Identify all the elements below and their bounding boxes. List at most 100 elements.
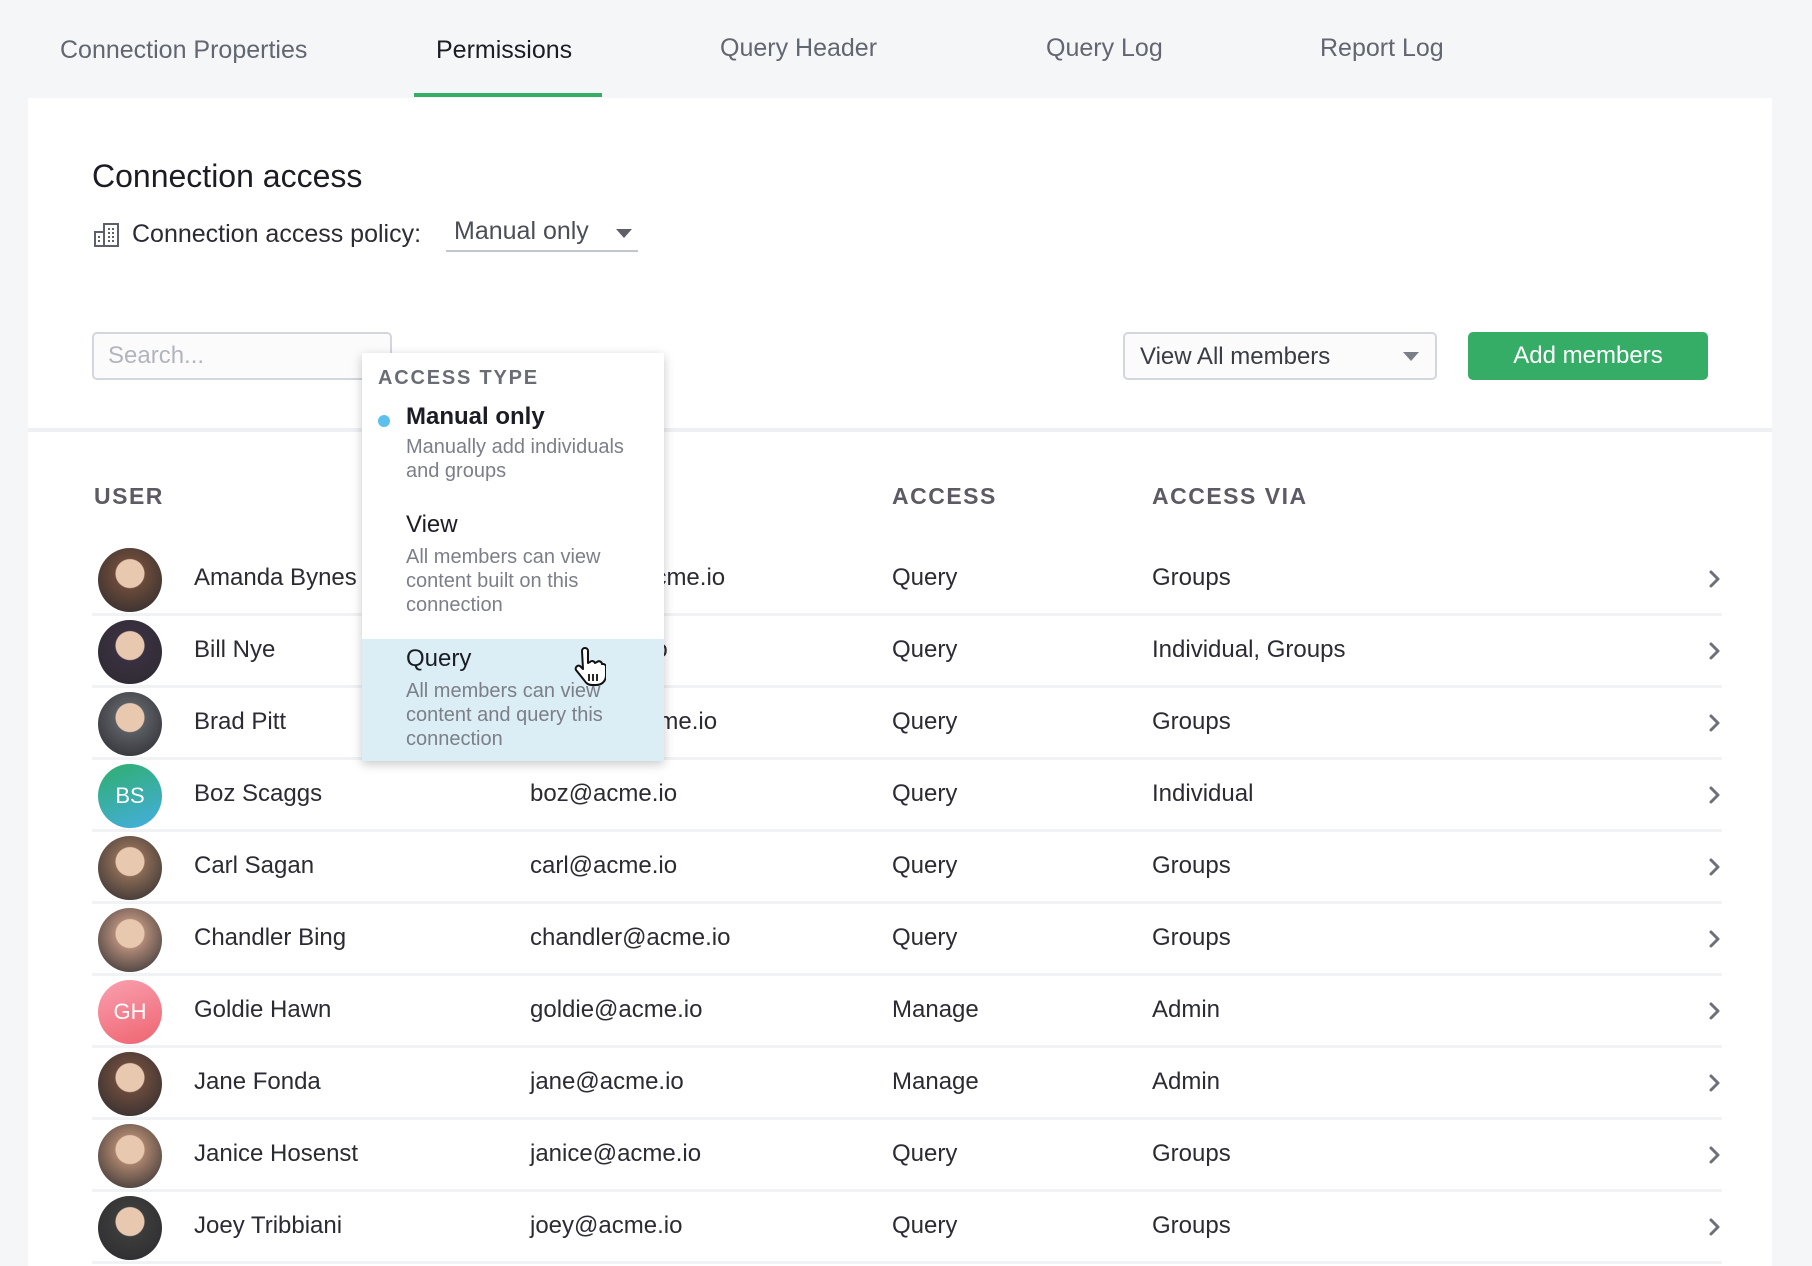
user-name: Joey Tribbiani [194, 1212, 343, 1239]
column-header-access-via: ACCESS VIA [1152, 483, 1308, 509]
access-level: Query [892, 1140, 958, 1167]
column-header-user: USER [94, 483, 164, 509]
hand-pointer-icon [574, 647, 606, 686]
chevron-right-icon[interactable] [1708, 1072, 1722, 1094]
tab-label: Query Log [1046, 34, 1163, 62]
avatar [98, 548, 162, 612]
policy-row: Connection access policy: [94, 216, 421, 252]
chevron-right-icon[interactable] [1708, 640, 1722, 662]
access-via: Groups [1152, 1140, 1231, 1167]
access-via: Groups [1152, 1212, 1231, 1239]
user-name: Carl Sagan [194, 852, 315, 879]
chevron-right-icon[interactable] [1708, 1000, 1722, 1022]
option-title: Manual only [406, 403, 545, 430]
chevron-right-icon[interactable] [1708, 856, 1722, 878]
tab-connection-properties[interactable]: Connection Properties [60, 36, 307, 97]
tab-label: Connection Properties [60, 36, 308, 64]
access-via: Groups [1152, 852, 1231, 879]
user-email: jane@acme.io [530, 1068, 684, 1095]
search-input[interactable] [92, 332, 392, 380]
user-name: Janice Hosenst [194, 1140, 359, 1167]
user-email: janice@acme.io [530, 1140, 702, 1167]
user-email: goldie@acme.io [530, 996, 703, 1023]
access-level: Query [892, 708, 958, 735]
tab-report-log[interactable]: Report Log [1320, 34, 1444, 95]
avatar [98, 908, 162, 972]
table-row[interactable]: Joey Tribbiani joey@acme.io Query Groups [92, 1192, 1722, 1264]
table-row[interactable]: BS Boz Scaggs boz@acme.io Query Individual [92, 760, 1722, 832]
table-row[interactable]: Brad Pittbradley@acme.ioQueryGroups [92, 688, 1722, 760]
caret-down-icon [616, 229, 632, 238]
table-row[interactable]: Jane Fonda jane@acme.io Manage Admin [92, 1048, 1722, 1120]
access-policy-select[interactable]: Manual only [446, 212, 638, 252]
tab-label: Report Log [1320, 34, 1444, 62]
dropdown-heading: ACCESS TYPE [378, 367, 539, 389]
tab-bar: Connection Properties Permissions Query … [0, 0, 1812, 97]
avatar [98, 620, 162, 684]
user-name: Goldie Hawn [194, 996, 332, 1023]
add-members-button[interactable]: Add members [1468, 332, 1708, 380]
tab-label: Query Header [720, 34, 878, 62]
policy-select-value: Manual only [454, 216, 589, 245]
building-icon [94, 223, 119, 247]
user-email: chandler@acme.io [530, 924, 731, 951]
permissions-panel: Connection access Connection access poli… [28, 98, 1772, 1266]
section-title: Connection access [92, 158, 363, 194]
option-title: Query [406, 645, 472, 672]
access-via: Admin [1152, 996, 1221, 1023]
tab-label: Permissions [436, 36, 573, 64]
option-manual-only[interactable]: Manual only Manually add individuals and… [362, 401, 664, 507]
avatar [98, 1052, 162, 1116]
user-name: Chandler Bing [194, 924, 347, 951]
access-via: Admin [1152, 1068, 1221, 1095]
access-via: Groups [1152, 924, 1231, 951]
avatar: GH [98, 980, 162, 1044]
access-level: Query [892, 636, 958, 663]
avatar-initials: BS [115, 783, 145, 808]
members-table: Amanda Bynesamanda@acme.ioQueryGroupsBil… [92, 544, 1722, 1264]
access-via: Groups [1152, 708, 1231, 735]
access-via: Individual, Groups [1152, 636, 1346, 663]
chevron-right-icon[interactable] [1708, 784, 1722, 806]
option-description: All members can view content built on th… [406, 546, 601, 616]
access-level: Query [892, 852, 958, 879]
table-row[interactable]: Chandler Bing chandler@acme.io Query Groups [92, 904, 1722, 976]
avatar [98, 1196, 162, 1260]
access-type-dropdown: ACCESS TYPE Manual only Manually add ind… [362, 353, 664, 761]
option-description: All members can view content and query t… [406, 680, 603, 750]
chevron-right-icon[interactable] [1708, 1216, 1722, 1238]
tab-query-log[interactable]: Query Log [1046, 34, 1163, 95]
members-filter-value: View All members [1140, 343, 1331, 370]
access-level: Query [892, 1212, 958, 1239]
table-row[interactable]: GH Goldie Hawn goldie@acme.io Manage Admin [92, 976, 1722, 1048]
option-view[interactable]: View All members can view content built … [362, 507, 664, 639]
chevron-right-icon[interactable] [1708, 568, 1722, 590]
table-row[interactable]: Bill Nyebill@acme.ioQueryIndividual, Gro… [92, 616, 1722, 688]
access-level: Query [892, 564, 958, 591]
user-name: Brad Pitt [194, 708, 287, 735]
table-row[interactable]: Janice Hosenst janice@acme.io Query Groups [92, 1120, 1722, 1192]
access-via: Groups [1152, 564, 1231, 591]
chevron-right-icon[interactable] [1708, 1144, 1722, 1166]
table-row[interactable]: Amanda Bynesamanda@acme.ioQueryGroups [92, 544, 1722, 616]
table-row[interactable]: Carl Sagan carl@acme.io Query Groups [92, 832, 1722, 904]
avatar [98, 1124, 162, 1188]
avatar [98, 836, 162, 900]
tab-query-header[interactable]: Query Header [720, 34, 877, 95]
user-email: carl@acme.io [530, 852, 678, 879]
option-title: View [406, 511, 458, 538]
column-header-access: ACCESS [892, 483, 997, 509]
avatar-initials: GH [113, 999, 147, 1024]
avatar: BS [98, 764, 162, 828]
option-query[interactable]: Query All members can view content and q… [362, 639, 664, 761]
members-filter-select[interactable]: View All members [1123, 332, 1437, 380]
selected-dot-icon [378, 415, 390, 427]
user-name: Jane Fonda [194, 1068, 321, 1095]
policy-label: Connection access policy: [132, 219, 422, 248]
access-level: Query [892, 780, 958, 807]
user-name: Bill Nye [194, 636, 276, 663]
tab-permissions[interactable]: Permissions [436, 36, 572, 97]
active-tab-indicator [414, 93, 602, 97]
chevron-right-icon[interactable] [1708, 712, 1722, 734]
chevron-right-icon[interactable] [1708, 928, 1722, 950]
